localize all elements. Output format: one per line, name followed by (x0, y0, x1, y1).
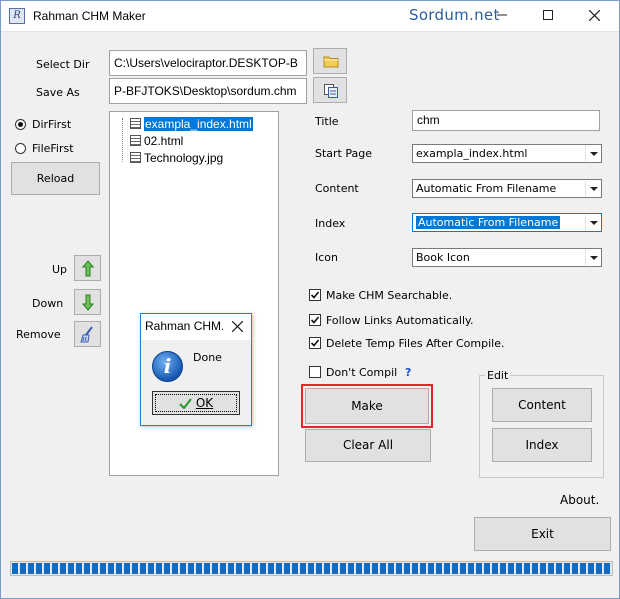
dirfirst-radio[interactable] (15, 119, 26, 130)
progress-bar (10, 561, 613, 576)
index-value: Automatic From Filename (416, 216, 561, 229)
start-page-label: Start Page (315, 147, 372, 160)
window-title: Rahman CHM Maker (33, 9, 146, 23)
icon-value: Book Icon (416, 251, 470, 264)
edit-group-legend: Edit (485, 369, 511, 382)
delete-temp-checkbox[interactable] (309, 337, 321, 349)
follow-links-checkbox[interactable] (309, 314, 321, 326)
chevron-down-icon (585, 215, 600, 230)
save-as-label: Save As (36, 86, 80, 99)
exit-button[interactable]: Exit (474, 517, 611, 551)
close-icon[interactable] (232, 321, 243, 332)
info-icon: i (152, 351, 183, 382)
dont-compile-checkbox[interactable] (309, 366, 321, 378)
document-icon (130, 135, 141, 146)
minimize-button[interactable] (479, 1, 525, 31)
chevron-down-icon (585, 181, 600, 196)
filefirst-radio[interactable] (15, 143, 26, 154)
minimize-icon (497, 14, 507, 16)
dialog-title-bar[interactable]: Rahman CHM... (141, 314, 251, 340)
dialog-title: Rahman CHM... (145, 319, 223, 333)
browse-dir-button[interactable] (313, 48, 347, 74)
checkmark-icon (310, 291, 320, 299)
make-button[interactable]: Make (305, 388, 429, 424)
remove-button[interactable] (74, 321, 101, 347)
edit-content-button[interactable]: Content (492, 388, 592, 422)
index-label: Index (315, 217, 346, 230)
progress-fill (12, 563, 611, 574)
checkmark-icon (179, 398, 192, 410)
ok-label: OK (195, 396, 214, 410)
list-item-label: Technology.jpg (144, 151, 224, 165)
help-link[interactable]: ? (405, 366, 411, 379)
icon-label: Icon (315, 251, 338, 264)
list-item-label: exampla_index.html (144, 117, 253, 131)
delete-temp-label[interactable]: Delete Temp Files After Compile. (326, 337, 504, 350)
select-dir-field[interactable]: C:\Users\velociraptor.DESKTOP-B (109, 50, 307, 76)
start-page-select[interactable]: exampla_index.html (412, 144, 602, 163)
tree-line (122, 118, 123, 162)
title-input[interactable]: chm (412, 110, 600, 131)
remove-broom-icon (80, 326, 93, 343)
searchable-label[interactable]: Make CHM Searchable. (326, 289, 452, 302)
title-label: Title (315, 115, 339, 128)
arrow-down-icon (82, 294, 94, 311)
select-dir-label: Select Dir (36, 58, 90, 71)
content-select[interactable]: Automatic From Filename (412, 179, 602, 198)
list-item[interactable]: Technology.jpg (130, 151, 223, 167)
checkmark-icon (310, 339, 320, 347)
reload-button[interactable]: Reload (11, 162, 100, 195)
dont-compile-label[interactable]: Don't Compile (326, 366, 398, 379)
down-label: Down (32, 297, 64, 310)
arrow-up-icon (82, 260, 94, 277)
index-select[interactable]: Automatic From Filename (412, 213, 602, 232)
clear-all-button[interactable]: Clear All (305, 429, 431, 462)
dialog-message: Done (193, 351, 222, 364)
folder-icon (323, 56, 339, 68)
follow-links-label[interactable]: Follow Links Automatically. (326, 314, 473, 327)
list-item-label: 02.html (144, 134, 184, 148)
chevron-down-icon (585, 146, 600, 161)
document-icon (130, 118, 141, 129)
ok-button[interactable]: OK (152, 391, 240, 415)
move-down-button[interactable] (74, 289, 101, 315)
title-bar[interactable]: R Rahman CHM Maker Sordum.net (1, 1, 619, 32)
searchable-checkbox[interactable] (309, 289, 321, 301)
maximize-icon (543, 10, 553, 20)
save-as-field[interactable]: P-BFJTOKS\Desktop\sordum.chm (109, 78, 307, 104)
save-as-button[interactable] (313, 77, 347, 103)
content-value: Automatic From Filename (416, 182, 557, 195)
start-page-value: exampla_index.html (416, 147, 528, 160)
chevron-down-icon (585, 250, 600, 265)
close-icon (588, 9, 600, 22)
list-item[interactable]: 02.html (130, 134, 183, 150)
dirfirst-label[interactable]: DirFirst (32, 118, 71, 131)
edit-index-button[interactable]: Index (492, 428, 592, 462)
content-label: Content (315, 182, 359, 195)
maximize-button[interactable] (525, 1, 571, 31)
filefirst-label[interactable]: FileFirst (32, 142, 74, 155)
list-item[interactable]: exampla_index.html (130, 117, 253, 133)
icon-select[interactable]: Book Icon (412, 248, 602, 267)
done-dialog: Rahman CHM... i Done OK (140, 313, 252, 426)
remove-label: Remove (16, 328, 61, 341)
close-button[interactable] (571, 1, 617, 31)
about-link[interactable]: About. (560, 493, 599, 507)
move-up-button[interactable] (74, 255, 101, 281)
up-label: Up (52, 263, 68, 276)
app-icon: R (9, 8, 25, 24)
main-window: R Rahman CHM Maker Sordum.net Select Dir… (0, 0, 620, 599)
save-copy-icon (324, 84, 338, 98)
document-icon (130, 152, 141, 163)
checkmark-icon (310, 316, 320, 324)
